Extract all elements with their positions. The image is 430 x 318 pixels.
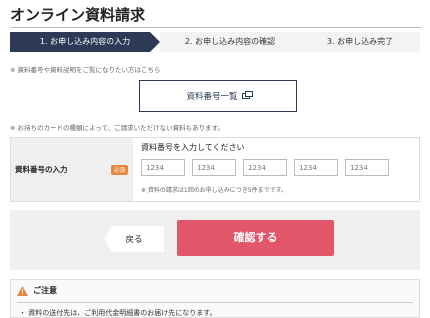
form-label-cell: 資料番号の入力 必須 [11, 138, 133, 201]
step-confirm: 2. お申し込み内容の確認 [160, 32, 300, 52]
caution-text: ・ 資料の送付先は、ご利用代金明細書のお届け先になります。 [19, 309, 217, 317]
page-title: オンライン資料請求 [10, 6, 146, 24]
step-complete: 3. お申し込み完了 [300, 32, 420, 52]
required-badge: 必須 [111, 165, 129, 175]
form-prompt: 資料番号を入力してください [141, 143, 245, 152]
title-divider [10, 27, 422, 28]
step-label: 3. お申し込み完了 [326, 37, 394, 46]
action-area: 戻る 確認する [10, 210, 420, 270]
doc-list-button[interactable]: 資料番号一覧 [139, 80, 297, 112]
doc-number-note: ※ 資料番号や資料説明をご覧になりたい方はこちら [10, 66, 161, 74]
caution-divider [17, 302, 413, 303]
progress-steps: 1. お申し込み内容の入力 2. お申し込み内容の確認 3. お申し込み完了 [10, 32, 420, 52]
form-footnote: ※ 資料の請求は1回のお申し込みにつき5件までです。 [141, 187, 287, 194]
doc-number-form-row: 資料番号の入力 必須 資料番号を入力してください ※ 資料の請求は1回のお申し込… [10, 137, 420, 202]
new-window-icon [241, 91, 253, 99]
doc-number-input-4[interactable] [294, 159, 338, 176]
step-input: 1. お申し込み内容の入力 [10, 32, 160, 52]
doc-number-input-1[interactable] [141, 159, 185, 176]
step-label: 1. お申し込み内容の入力 [39, 37, 131, 46]
back-button-label: 戻る [125, 235, 143, 245]
doc-number-input-3[interactable] [243, 159, 287, 176]
warning-icon [17, 286, 28, 296]
form-label: 資料番号の入力 [15, 165, 68, 174]
doc-number-input-5[interactable] [345, 159, 389, 176]
step-label: 2. お申し込み内容の確認 [184, 37, 276, 46]
caution-box: ご注意 ・ 資料の送付先は、ご利用代金明細書のお届け先になります。 [10, 279, 420, 318]
doc-list-label: 資料番号一覧 [186, 92, 238, 102]
confirm-button[interactable]: 確認する [177, 220, 334, 256]
doc-number-input-2[interactable] [192, 159, 236, 176]
caution-title: ご注意 [33, 286, 57, 295]
back-button[interactable]: 戻る [104, 226, 164, 252]
card-type-note: ※ お持ちのカードの種類によって、ご請求いただけない資料もあります。 [10, 124, 225, 132]
